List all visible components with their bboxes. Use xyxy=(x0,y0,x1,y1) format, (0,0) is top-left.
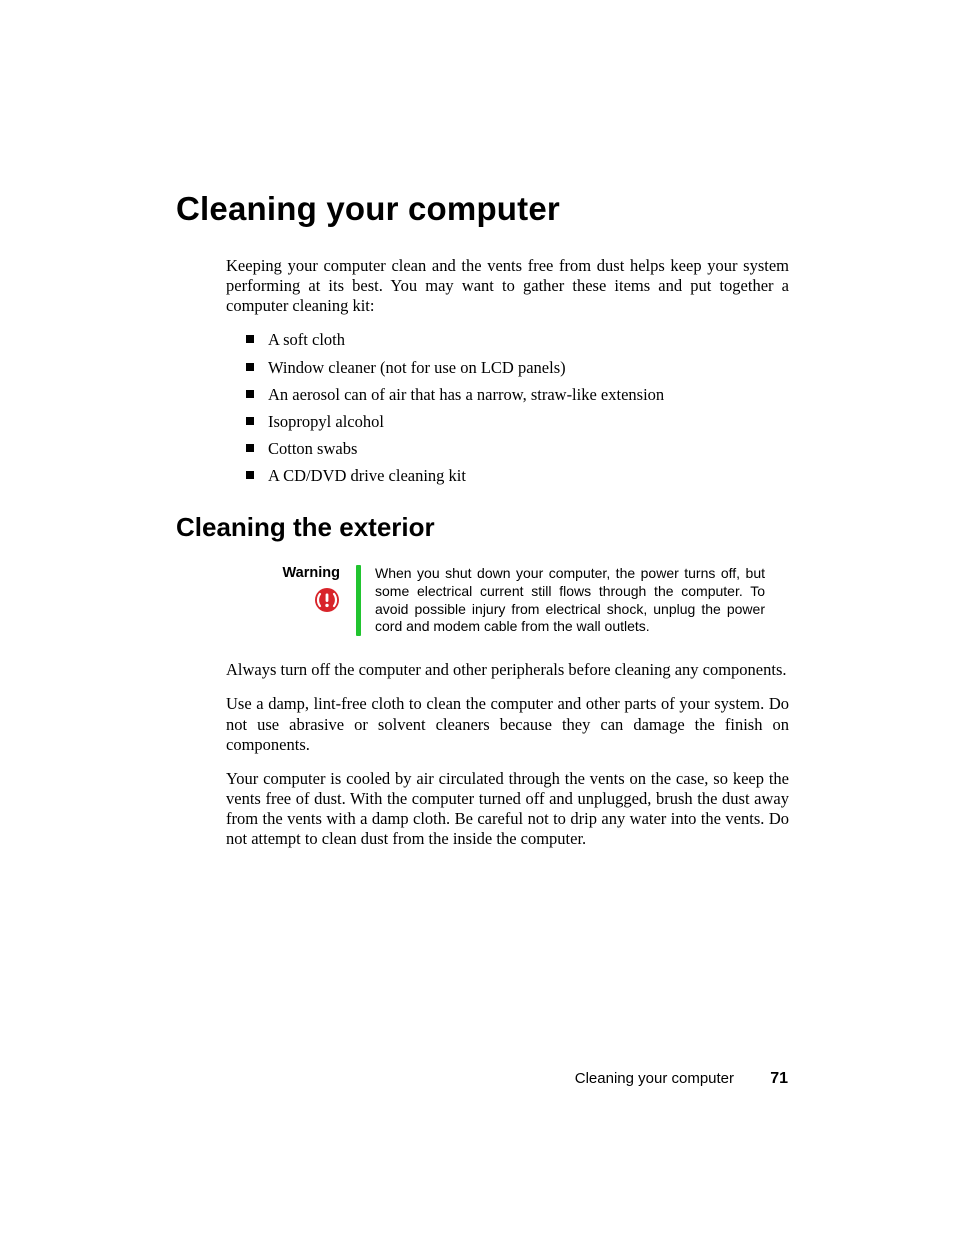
list-item: Window cleaner (not for use on LCD panel… xyxy=(246,354,789,381)
callout-label: Warning xyxy=(260,565,340,581)
body-paragraph: Use a damp, lint-free cloth to clean the… xyxy=(226,694,789,754)
page-title: Cleaning your computer xyxy=(176,190,789,228)
warning-callout: Warning When you shut down your computer… xyxy=(260,565,789,637)
footer-section-name: Cleaning your computer xyxy=(575,1070,734,1087)
list-item: A soft cloth xyxy=(246,326,789,353)
warning-icon xyxy=(314,587,340,618)
callout-body-text: When you shut down your computer, the po… xyxy=(361,565,765,637)
callout-left-column: Warning xyxy=(260,565,356,637)
page-number: 71 xyxy=(770,1070,788,1087)
page-content: Cleaning your computer Keeping your comp… xyxy=(0,0,954,849)
section-subtitle: Cleaning the exterior xyxy=(176,512,789,543)
list-item: An aerosol can of air that has a narrow,… xyxy=(246,381,789,408)
page-footer: Cleaning your computer 71 xyxy=(575,1070,788,1088)
body-paragraph: Your computer is cooled by air circulate… xyxy=(226,769,789,850)
body-paragraph: Always turn off the computer and other p… xyxy=(226,660,789,680)
list-item: Cotton swabs xyxy=(246,435,789,462)
intro-paragraph: Keeping your computer clean and the vent… xyxy=(226,256,789,316)
body-column: Keeping your computer clean and the vent… xyxy=(226,256,789,490)
body-column: Warning When you shut down your computer… xyxy=(226,565,789,850)
cleaning-kit-list: A soft cloth Window cleaner (not for use… xyxy=(246,326,789,489)
list-item: Isopropyl alcohol xyxy=(246,408,789,435)
list-item: A CD/DVD drive cleaning kit xyxy=(246,462,789,489)
